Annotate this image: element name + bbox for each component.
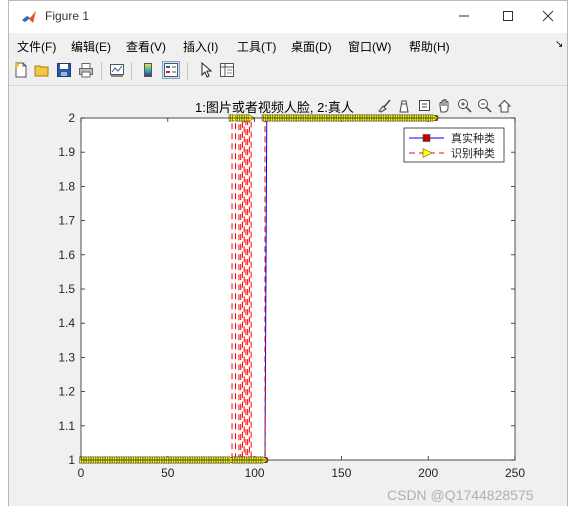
menu-desktop[interactable]: 桌面(D) [291, 38, 332, 55]
menu-insert[interactable]: 插入(I) [183, 38, 218, 55]
open-file-icon[interactable] [33, 61, 51, 79]
pointer-icon[interactable] [197, 61, 215, 79]
rotate-icon[interactable] [416, 96, 433, 114]
matlab-logo-icon [22, 11, 36, 23]
menu-tools[interactable]: 工具(T) [237, 38, 276, 55]
zoom-in-icon[interactable] [456, 96, 473, 114]
menu-file[interactable]: 文件(F) [17, 38, 56, 55]
new-figure-icon[interactable] [12, 61, 30, 79]
close-icon [542, 10, 554, 22]
pan-icon[interactable] [436, 96, 453, 114]
chart-title: 1:图片或者视频人脸, 2:真人 [195, 100, 354, 115]
toolbar-separator [131, 62, 132, 80]
figure-canvas [9, 86, 567, 506]
menu-help[interactable]: 帮助(H) [409, 38, 450, 55]
dock-arrow-icon[interactable]: ↘ [555, 39, 563, 50]
data-tip-icon[interactable] [396, 96, 413, 114]
property-editor-icon[interactable] [218, 61, 236, 79]
close-button[interactable] [533, 5, 563, 27]
maximize-button[interactable] [493, 5, 523, 27]
title-bar: Figure 1 [9, 1, 567, 33]
window-title: Figure 1 [45, 9, 90, 23]
zoom-out-icon[interactable] [476, 96, 493, 114]
home-icon[interactable] [496, 96, 513, 114]
menu-bar: 文件(F) 编辑(E) 查看(V) 插入(I) 工具(T) 桌面(D) 窗口(W… [9, 33, 567, 57]
toolbar-separator [101, 62, 102, 80]
figure-window: Figure 1 文件(F) 编辑(E) 查看(V) 插入(I) 工具(T) 桌… [8, 0, 568, 506]
menu-view[interactable]: 查看(V) [126, 38, 166, 55]
legend-icon[interactable] [162, 61, 180, 79]
maximize-icon [503, 11, 513, 21]
csdn-watermark: CSDN @Q1744828575 [387, 487, 534, 503]
axes-toolbar [376, 96, 513, 116]
menu-edit[interactable]: 编辑(E) [71, 38, 111, 55]
print-icon[interactable] [77, 61, 95, 79]
minimize-icon [459, 15, 469, 17]
menu-window[interactable]: 窗口(W) [348, 38, 391, 55]
colorbar-icon[interactable] [139, 61, 157, 79]
brush-icon[interactable] [376, 96, 393, 114]
figure-toolbar [9, 57, 567, 86]
toolbar-separator [187, 62, 188, 80]
link-plot-icon[interactable] [108, 61, 126, 79]
save-icon[interactable] [55, 61, 73, 79]
minimize-button[interactable] [449, 5, 479, 27]
